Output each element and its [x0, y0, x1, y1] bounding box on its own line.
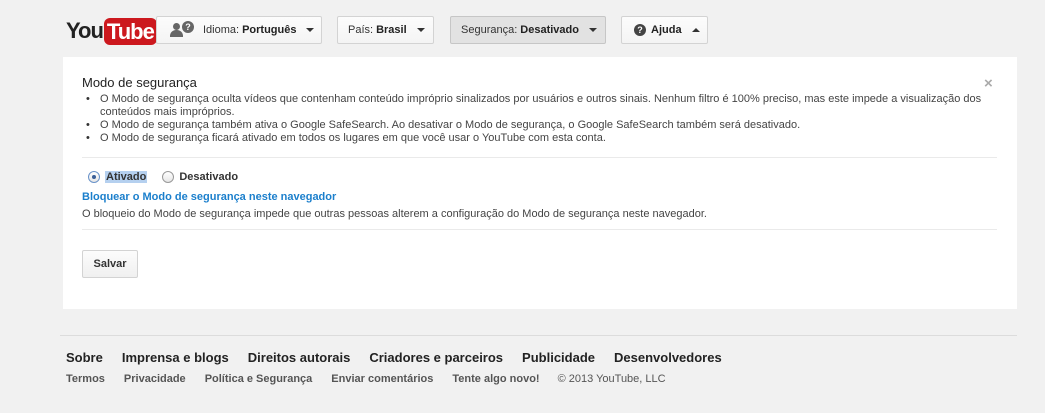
language-users-icon: ?	[170, 21, 194, 37]
footer-link-press[interactable]: Imprensa e blogs	[122, 350, 229, 365]
info-list-item: O Modo de segurança também ativa o Googl…	[84, 119, 989, 132]
radio-off[interactable]: Desativado	[162, 171, 238, 183]
radio-unchecked-icon[interactable]	[162, 171, 175, 183]
footer-link-about[interactable]: Sobre	[66, 350, 103, 365]
radio-on[interactable]: Ativado	[88, 171, 148, 183]
info-list-item: O Modo de segurança oculta vídeos que co…	[84, 93, 989, 119]
panel-title: Modo de segurança	[82, 75, 197, 90]
help-label: Ajuda	[651, 24, 682, 36]
footer-link-developers[interactable]: Desenvolvedores	[614, 350, 722, 365]
divider	[82, 229, 997, 230]
lock-description: O bloqueio do Modo de segurança impede q…	[82, 208, 707, 220]
footer-divider	[60, 335, 1017, 336]
safety-value: Desativado	[520, 24, 579, 36]
radio-on-label[interactable]: Ativado	[105, 171, 148, 183]
radio-checked-icon[interactable]	[88, 171, 100, 183]
footer-link-policy[interactable]: Política e Segurança	[205, 373, 313, 385]
info-list: O Modo de segurança oculta vídeos que co…	[84, 93, 989, 145]
safety-dropdown[interactable]: Segurança: Desativado	[450, 16, 606, 44]
footer-link-terms[interactable]: Termos	[66, 373, 105, 385]
lock-safety-mode-link[interactable]: Bloquear o Modo de segurança neste naveg…	[82, 191, 336, 203]
logo-you-text: You	[66, 18, 104, 43]
chevron-up-icon	[691, 28, 700, 32]
logo-tube-text: Tube	[103, 17, 157, 45]
footer-primary-links: Sobre Imprensa e blogs Direitos autorais…	[66, 350, 741, 365]
youtube-logo[interactable]: You Tube	[66, 17, 157, 45]
country-label: País:	[348, 24, 374, 36]
footer-link-advertising[interactable]: Publicidade	[522, 350, 595, 365]
chevron-down-icon	[306, 28, 315, 32]
footer-link-try-new[interactable]: Tente algo novo!	[452, 373, 539, 385]
chevron-down-icon	[588, 28, 597, 32]
copyright-text: © 2013 YouTube, LLC	[557, 373, 666, 385]
save-button[interactable]: Salvar	[82, 250, 138, 278]
footer-link-privacy[interactable]: Privacidade	[124, 373, 186, 385]
country-value: Brasil	[376, 24, 407, 36]
footer-link-copyright[interactable]: Direitos autorais	[248, 350, 351, 365]
safety-mode-options: Ativado Desativado	[88, 171, 253, 183]
close-icon[interactable]: ×	[984, 76, 993, 91]
language-value: Português	[242, 24, 297, 36]
divider	[82, 157, 997, 158]
footer-secondary-links: Termos Privacidade Política e Segurança …	[66, 373, 685, 385]
chevron-down-icon	[416, 28, 425, 32]
language-dropdown[interactable]: ? Idioma: Português	[156, 16, 322, 44]
footer-link-feedback[interactable]: Enviar comentários	[331, 373, 433, 385]
footer-link-creators[interactable]: Criadores e parceiros	[369, 350, 503, 365]
help-dropdown[interactable]: ? Ajuda	[621, 16, 708, 44]
country-dropdown[interactable]: País: Brasil	[337, 16, 434, 44]
safety-label: Segurança:	[461, 24, 518, 36]
radio-off-label[interactable]: Desativado	[179, 171, 238, 183]
info-list-item: O Modo de segurança ficará ativado em to…	[84, 132, 989, 145]
safety-mode-panel: Modo de segurança × O Modo de segurança …	[63, 57, 1017, 309]
language-label: Idioma:	[203, 24, 240, 36]
help-question-icon: ?	[634, 24, 646, 36]
